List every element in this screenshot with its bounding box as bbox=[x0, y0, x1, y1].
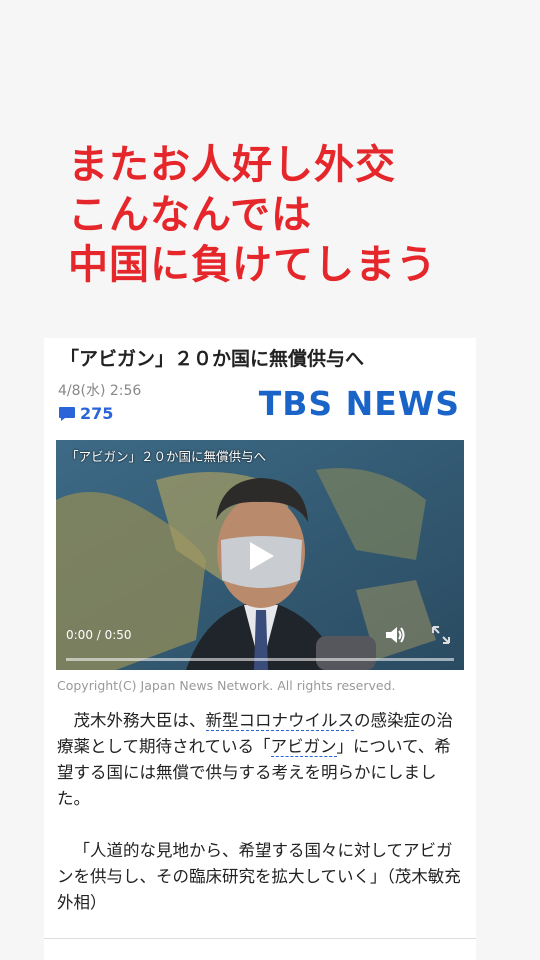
play-icon[interactable] bbox=[240, 536, 280, 576]
divider bbox=[44, 938, 476, 939]
volume-icon[interactable] bbox=[384, 624, 406, 646]
article-title: 「アビガン」２０か国に無償供与へ bbox=[60, 348, 365, 370]
article-body: 茂木外務大臣は、新型コロナウイルスの感染症の治療薬として期待されている「アビガン… bbox=[57, 708, 467, 916]
video-title: 「アビガン」２０か国に無償供与へ bbox=[66, 449, 267, 464]
video-player[interactable]: 「アビガン」２０か国に無償供与へ 0:00 / 0:50 bbox=[56, 440, 464, 670]
video-time: 0:00 / 0:50 bbox=[66, 628, 132, 642]
fullscreen-icon[interactable] bbox=[430, 624, 452, 646]
article-quote: 「人道的な見地から、希望する国々に対してアビガンを供与し、その臨床研究を拡大して… bbox=[57, 841, 461, 912]
video-progress-bar[interactable] bbox=[66, 658, 454, 661]
headline-line-2: こんなんでは bbox=[68, 192, 312, 238]
overlay-headline: またお人好し外交 こんなんでは 中国に負けてしまう bbox=[68, 140, 437, 290]
headline-line-3: 中国に負けてしまう bbox=[68, 242, 437, 288]
link-new-coronavirus[interactable]: 新型コロナウイルス bbox=[205, 711, 354, 731]
comment-icon bbox=[59, 406, 75, 421]
paragraph-text-1: 茂木外務大臣は、 bbox=[73, 711, 206, 730]
headline-line-1: またお人好し外交 bbox=[68, 142, 396, 188]
article-card: 「アビガン」２０か国に無償供与へ 4/8(水) 2:56 275 TBS NEW… bbox=[44, 338, 476, 960]
article-date: 4/8(水) 2:56 bbox=[58, 383, 142, 399]
tbs-news-logo: TBS NEWS bbox=[258, 384, 460, 423]
article-paragraph: 茂木外務大臣は、新型コロナウイルスの感染症の治療薬として期待されている「アビガン… bbox=[57, 708, 467, 812]
video-copyright: Copyright(C) Japan News Network. All rig… bbox=[57, 678, 396, 693]
comment-count: 275 bbox=[80, 404, 114, 423]
comment-count-button[interactable]: 275 bbox=[58, 404, 113, 423]
link-avigan[interactable]: アビガン bbox=[270, 737, 337, 757]
